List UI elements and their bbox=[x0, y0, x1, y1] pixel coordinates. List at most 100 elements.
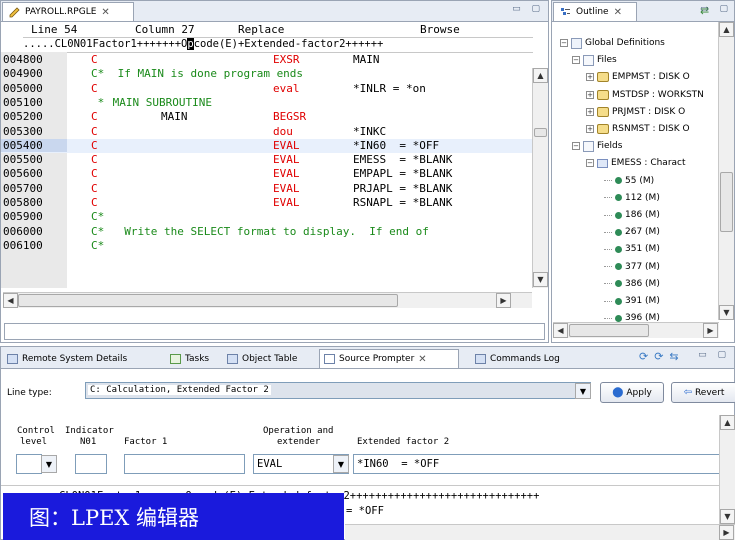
tab-remote-system-details[interactable]: Remote System Details bbox=[3, 349, 131, 368]
scroll-right-icon[interactable]: ▶ bbox=[496, 293, 511, 308]
expand-toggle-icon[interactable]: + bbox=[586, 125, 594, 133]
code-line[interactable]: 006000 C* Write the SELECT format to disp… bbox=[1, 225, 533, 239]
divider bbox=[1, 485, 735, 486]
outline-tree-item[interactable]: − Global Definitions bbox=[560, 35, 665, 51]
outline-item-label: 186 (M) bbox=[625, 210, 660, 220]
prompter-horizontal-scrollbar[interactable]: ▶ bbox=[345, 524, 735, 540]
h-scroll-thumb[interactable] bbox=[18, 294, 398, 307]
code-line[interactable]: 004900 C* If MAIN is done program ends bbox=[1, 67, 533, 81]
opcode: EVAL bbox=[273, 167, 300, 181]
scroll-down-icon[interactable]: ▼ bbox=[719, 305, 734, 320]
minimize-maximize-icons[interactable]: ▭ ▢ bbox=[700, 4, 732, 14]
dot-icon bbox=[615, 263, 622, 271]
outline-tree-item[interactable]: 377 (M) bbox=[604, 259, 660, 275]
comment-text: MAIN SUBROUTINE bbox=[106, 95, 212, 109]
close-icon[interactable]: ✕ bbox=[418, 354, 426, 365]
tab-commands-log[interactable]: Commands Log bbox=[471, 349, 564, 368]
code-line[interactable]: 005200 C MAIN BEGSR bbox=[1, 110, 533, 124]
opcode: dou bbox=[273, 124, 293, 138]
chevron-down-icon[interactable]: ▼ bbox=[333, 455, 349, 473]
code-area[interactable]: 004800 C EXSR MAIN 004900 C* If MAIN is done … bbox=[1, 52, 533, 288]
revert-icon: ⇦ bbox=[683, 387, 692, 398]
outline-tree-item[interactable]: 55 (M) bbox=[604, 173, 654, 189]
line-number: 005900 bbox=[3, 210, 43, 224]
outline-tree-item[interactable]: 386 (M) bbox=[604, 276, 660, 292]
chevron-down-icon[interactable]: ▼ bbox=[41, 455, 57, 473]
expand-toggle-icon[interactable]: + bbox=[586, 107, 594, 116]
editor-tab[interactable]: PAYROLL.RPGLE ✕ bbox=[2, 2, 134, 21]
indicator-n01-field[interactable] bbox=[75, 454, 107, 474]
expand-toggle-icon[interactable]: − bbox=[586, 159, 594, 168]
extended-factor2: *INKC bbox=[353, 124, 387, 138]
code-line[interactable]: 005100 * MAIN SUBROUTINE bbox=[1, 96, 533, 110]
scroll-thumb[interactable] bbox=[720, 172, 733, 232]
scroll-down-icon[interactable]: ▼ bbox=[533, 272, 548, 287]
outline-item-label: 377 (M) bbox=[625, 261, 660, 272]
expand-toggle-icon[interactable]: − bbox=[572, 56, 580, 65]
code-line[interactable]: 005500 C EVAL EMESS = *BLANK bbox=[1, 153, 533, 167]
outline-tree-item[interactable]: 112 (M) bbox=[604, 190, 660, 206]
scroll-left-icon[interactable]: ◀ bbox=[553, 323, 568, 338]
editor-horizontal-scrollbar[interactable]: ◀ ▶ bbox=[3, 292, 532, 308]
code-line[interactable]: 005600 C EVAL EMPAPL = *BLANK bbox=[1, 167, 533, 181]
prompter-vertical-scrollbar[interactable]: ▲ ▼ bbox=[719, 415, 735, 525]
outline-tree-item[interactable]: + EMPMST : DISK O bbox=[586, 69, 690, 85]
factor1: MAIN bbox=[161, 110, 188, 124]
minimize-maximize-icons[interactable]: ▭ ▢ bbox=[698, 350, 730, 360]
tab-object-table[interactable]: Object Table bbox=[223, 349, 301, 368]
code-line[interactable]: 005400 C EVAL *IN60 = *OFF bbox=[1, 138, 533, 154]
expand-toggle-icon[interactable]: + bbox=[586, 73, 594, 82]
scroll-up-icon[interactable]: ▲ bbox=[719, 22, 734, 37]
close-icon[interactable]: ✕ bbox=[101, 7, 109, 18]
outline-tree-item[interactable]: 186 (M) bbox=[604, 207, 660, 223]
spec-type: C bbox=[91, 110, 98, 124]
outline-tree-item[interactable]: − Fields bbox=[572, 138, 622, 154]
scroll-thumb[interactable] bbox=[534, 128, 547, 137]
editor-vertical-scrollbar[interactable]: ▲ ▼ bbox=[532, 68, 548, 288]
expand-toggle-icon[interactable]: − bbox=[572, 142, 580, 151]
outline-tree-item[interactable]: + MSTDSP : WORKSTN bbox=[586, 87, 704, 103]
scroll-up-icon[interactable]: ▲ bbox=[720, 415, 735, 430]
code-line[interactable]: 005900 C* bbox=[1, 210, 533, 224]
outline-tree-item[interactable]: − EMESS : Charact bbox=[586, 155, 686, 171]
outline-tree-item[interactable]: 351 (M) bbox=[604, 241, 660, 257]
outline-vertical-scrollbar[interactable]: ▲ ▼ bbox=[718, 22, 734, 320]
line-type-select[interactable]: C: Calculation, Extended Factor 2 bbox=[85, 382, 591, 399]
close-icon[interactable]: ✕ bbox=[614, 7, 622, 18]
h-scroll-thumb[interactable] bbox=[569, 324, 649, 337]
scroll-left-icon[interactable]: ◀ bbox=[3, 293, 18, 308]
outline-horizontal-scrollbar[interactable]: ◀ ▶ bbox=[553, 322, 719, 338]
scroll-up-icon[interactable]: ▲ bbox=[533, 68, 548, 83]
expand-toggle-icon[interactable]: − bbox=[560, 39, 568, 47]
header-n01: N01 bbox=[80, 437, 97, 447]
prompter-toolbar-icons[interactable]: ⟳⟳⇆ bbox=[639, 350, 685, 363]
control-level-select[interactable] bbox=[16, 454, 42, 474]
outline-tree-item[interactable]: − Files bbox=[572, 52, 617, 68]
outline-tree-item[interactable]: 267 (M) bbox=[604, 224, 660, 240]
outline-tab[interactable]: Outline ✕ bbox=[553, 2, 637, 21]
expand-toggle-icon[interactable]: + bbox=[586, 90, 594, 99]
chevron-down-icon[interactable]: ▼ bbox=[575, 383, 591, 399]
outline-tree-item[interactable]: 391 (M) bbox=[604, 293, 660, 309]
tab-tasks[interactable]: Tasks bbox=[166, 349, 213, 368]
code-line[interactable]: 005800 C EVAL RSNAPL = *BLANK bbox=[1, 196, 533, 210]
outline-tree-item[interactable]: + PRJMST : DISK O bbox=[586, 104, 685, 120]
factor1-field[interactable] bbox=[124, 454, 245, 474]
code-line[interactable]: 005700 C EVAL PRJAPL = *BLANK bbox=[1, 182, 533, 196]
scroll-down-icon[interactable]: ▼ bbox=[720, 509, 735, 524]
scroll-right-icon[interactable]: ▶ bbox=[719, 525, 734, 540]
scroll-right-icon[interactable]: ▶ bbox=[703, 323, 718, 338]
code-line[interactable]: 006100 C* bbox=[1, 239, 533, 253]
code-line[interactable]: 005000 Ceval *INLR = *on bbox=[1, 82, 533, 96]
editor-command-line[interactable] bbox=[4, 323, 545, 340]
code-line[interactable]: 005300 Cdou *INKC bbox=[1, 125, 533, 139]
extended-factor2-field[interactable]: *IN60 = *OFF bbox=[353, 454, 725, 474]
apply-button[interactable]: ⬤ Apply bbox=[600, 382, 664, 403]
code-line[interactable]: 004800 C EXSR MAIN bbox=[1, 53, 533, 67]
outline-tree-item[interactable]: + RSNMST : DISK O bbox=[586, 121, 690, 137]
spec-type: C bbox=[91, 153, 98, 167]
minimize-maximize-icons[interactable]: ▭ ▢ bbox=[512, 4, 544, 14]
revert-button[interactable]: ⇦ Revert bbox=[671, 382, 735, 403]
tab-source-prompter[interactable]: Source Prompter ✕ bbox=[319, 349, 459, 368]
files-icon bbox=[583, 54, 594, 66]
